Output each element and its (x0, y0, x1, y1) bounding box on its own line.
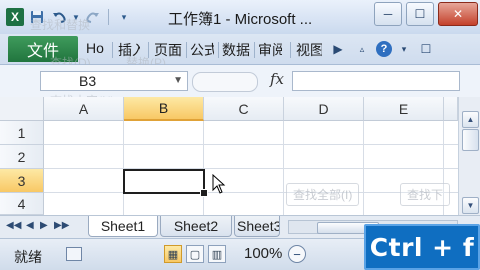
ribbon-dropdown-icon[interactable]: ▾ (394, 39, 414, 59)
help-glyph: ? (376, 41, 392, 57)
name-box[interactable]: B3 ▼ (40, 71, 188, 91)
excel-logo-icon[interactable]: X (6, 8, 24, 26)
column-header-partial[interactable] (444, 97, 458, 121)
tab-insert[interactable]: 插入 (118, 40, 140, 60)
save-icon[interactable] (28, 8, 46, 26)
minimize-ribbon-icon[interactable]: ▵ (352, 39, 372, 59)
column-header-d[interactable]: D (284, 97, 364, 121)
next-sheet-icon[interactable]: ▶ (40, 220, 48, 231)
undo-dropdown-icon[interactable]: ▼ (72, 8, 80, 26)
grid-line (44, 192, 458, 193)
formula-bar-expand-control[interactable] (192, 72, 258, 92)
worksheet-grid[interactable]: A B C D E 1 2 3 4 查找全部(I) 查找下 (0, 97, 458, 215)
formula-bar: B3 ▼ fx (0, 65, 480, 98)
vertical-scroll-thumb[interactable] (462, 129, 479, 151)
status-ready-text: 就绪 (14, 249, 42, 265)
scroll-down-icon[interactable]: ▼ (462, 197, 479, 214)
grid-line (44, 168, 458, 169)
tab-data[interactable]: 数据 (222, 40, 250, 60)
macro-record-icon[interactable] (66, 247, 82, 261)
last-sheet-icon[interactable]: ▶▶ (54, 220, 69, 231)
find-next-button-ghost: 查找下 (400, 183, 451, 206)
tab-home[interactable]: Ho (86, 40, 104, 56)
page-layout-view-button[interactable]: ▢ (186, 245, 204, 263)
zoom-level[interactable]: 100% (244, 245, 282, 262)
find-all-button-ghost: 查找全部(I) (286, 183, 360, 206)
column-header-c[interactable]: C (204, 97, 284, 121)
scroll-up-icon[interactable]: ▲ (462, 111, 479, 128)
help-icon[interactable]: ? (374, 39, 394, 59)
keyboard-shortcut-overlay: Ctrl + f (364, 224, 480, 270)
column-header-a[interactable]: A (44, 97, 124, 121)
name-box-value: B3 (79, 73, 97, 89)
redo-icon[interactable] (84, 8, 102, 26)
tab-file[interactable]: 文件 (8, 36, 78, 62)
vertical-scrollbar[interactable]: ▲ ▼ (458, 97, 480, 215)
sheet-tab-sheet3[interactable]: Sheet3 (234, 216, 280, 237)
tab-review[interactable]: 审阅 (258, 40, 282, 60)
first-sheet-icon[interactable]: ◀◀ (6, 220, 21, 231)
grid-line (44, 144, 458, 145)
ribbon-tabs: 文件 Ho 插入 页面 公式 数据 审阅 视图 ▶ ▵ ? ▾ ☐ (0, 34, 480, 65)
tab-separator (112, 42, 113, 58)
row-header-2[interactable]: 2 (0, 145, 44, 169)
more-tabs-icon[interactable]: ▶ (328, 39, 348, 59)
title-bar: X ▼ ▾ 工作簿1 - Microsoft ... ─ ☐ ✕ (0, 0, 480, 35)
zoom-out-button[interactable]: − (288, 245, 306, 263)
column-header-b[interactable]: B (124, 97, 204, 121)
tab-separator (218, 42, 219, 58)
maximize-button[interactable]: ☐ (406, 2, 434, 26)
page-break-view-button[interactable]: ▥ (208, 245, 226, 263)
undo-icon[interactable] (50, 8, 68, 26)
window-title: 工作簿1 - Microsoft ... (168, 11, 313, 28)
tab-separator (254, 42, 255, 58)
ribbon-extra-icon[interactable]: ☐ (416, 39, 436, 59)
row-header-3[interactable]: 3 (0, 169, 44, 193)
sheet-tab-sheet1[interactable]: Sheet1 (88, 216, 158, 237)
row-header-1[interactable]: 1 (0, 121, 44, 145)
mouse-pointer-icon (212, 174, 226, 194)
tab-separator (290, 42, 291, 58)
insert-function-icon[interactable]: fx (270, 70, 284, 88)
quick-access-toolbar: X ▼ ▾ (6, 7, 133, 27)
column-header-e[interactable]: E (364, 97, 444, 121)
toolbar-separator (108, 9, 109, 25)
sheet-tab-sheet2[interactable]: Sheet2 (160, 216, 232, 237)
window-controls: ─ ☐ ✕ (374, 2, 478, 26)
prev-sheet-icon[interactable]: ◀ (26, 220, 34, 231)
minimize-button[interactable]: ─ (374, 2, 402, 26)
formula-input[interactable] (292, 71, 460, 91)
tab-separator (148, 42, 149, 58)
tab-view[interactable]: 视图 (296, 40, 322, 60)
normal-view-button[interactable]: ▦ (164, 245, 182, 263)
excel-window: X ▼ ▾ 工作簿1 - Microsoft ... ─ ☐ ✕ 查找和替换 文… (0, 0, 480, 270)
tab-formulas[interactable]: 公式 (190, 40, 214, 60)
row-header-4[interactable]: 4 (0, 193, 44, 215)
customize-toolbar-icon[interactable]: ▾ (115, 8, 133, 26)
name-box-dropdown-icon[interactable]: ▼ (173, 72, 183, 90)
fill-handle[interactable] (200, 189, 208, 197)
tab-page-layout[interactable]: 页面 (154, 40, 182, 60)
close-button[interactable]: ✕ (438, 2, 478, 26)
active-cell-b3[interactable] (123, 169, 205, 194)
tab-separator (186, 42, 187, 58)
select-all-corner[interactable] (0, 97, 44, 121)
